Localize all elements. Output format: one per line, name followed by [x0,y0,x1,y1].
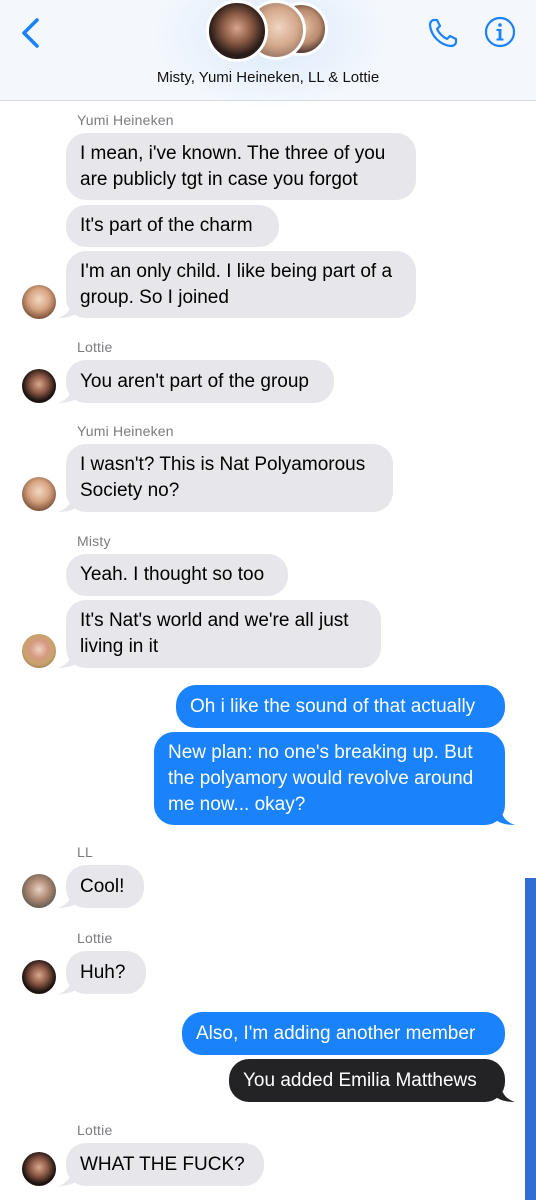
incoming-message-bubble[interactable]: I wasn't? This is Nat Polyamorous Societ… [66,444,393,512]
incoming-message-bubble[interactable]: Yeah. I thought so too [66,554,288,596]
outgoing-message-bubble[interactable]: Oh i like the sound of that actually [176,685,505,728]
bubble-tail [495,1084,515,1102]
chevron-left-icon[interactable] [18,16,44,50]
info-icon[interactable] [484,16,516,48]
bubble-tail [495,807,515,825]
incoming-message-bubble[interactable]: WHAT THE FUCK? [66,1143,264,1186]
bubble-tail [58,494,78,512]
sender-name: Lottie [77,930,113,946]
phone-icon[interactable] [426,16,460,50]
bubble-tail [58,1168,78,1186]
sender-name: Yumi Heineken [77,112,174,128]
incoming-message-bubble[interactable]: You aren't part of the group [66,360,334,403]
incoming-message-bubble[interactable]: Huh? [66,951,146,994]
avatar[interactable] [22,369,56,403]
bubble-tail [58,890,78,908]
incoming-message-bubble[interactable]: It's part of the charm [66,205,279,247]
avatar[interactable] [22,874,56,908]
incoming-message-bubble[interactable]: I'm an only child. I like being part of … [66,251,416,318]
sender-name: Lottie [77,339,113,355]
avatar[interactable] [22,1152,56,1186]
member-avatar-1 [206,0,268,62]
bubble-tail [58,976,78,994]
avatar[interactable] [22,285,56,319]
sender-name: LL [77,844,93,860]
incoming-message-bubble[interactable]: I mean, i've known. The three of you are… [66,133,416,200]
avatar[interactable] [22,477,56,511]
scrollbar[interactable] [525,878,536,1200]
avatar[interactable] [22,634,56,668]
incoming-message-bubble[interactable]: It's Nat's world and we're all just livi… [66,600,381,668]
outgoing-message-bubble[interactable]: Also, I'm adding another member [182,1012,505,1055]
bubble-tail [58,650,78,668]
group-avatar-stack[interactable] [206,0,330,62]
sender-name: Yumi Heineken [77,423,174,439]
conversation-title[interactable]: Misty, Yumi Heineken, LL & Lottie [0,69,536,86]
sender-name: Lottie [77,1122,113,1138]
sender-name: Misty [77,533,111,549]
outgoing-message-bubble[interactable]: New plan: no one's breaking up. But the … [154,732,505,825]
conversation-header: Misty, Yumi Heineken, LL & Lottie [0,0,536,110]
bubble-tail [58,300,78,318]
bubble-tail [58,385,78,403]
avatar[interactable] [22,960,56,994]
system-message-bubble: You added Emilia Matthews [229,1059,505,1102]
